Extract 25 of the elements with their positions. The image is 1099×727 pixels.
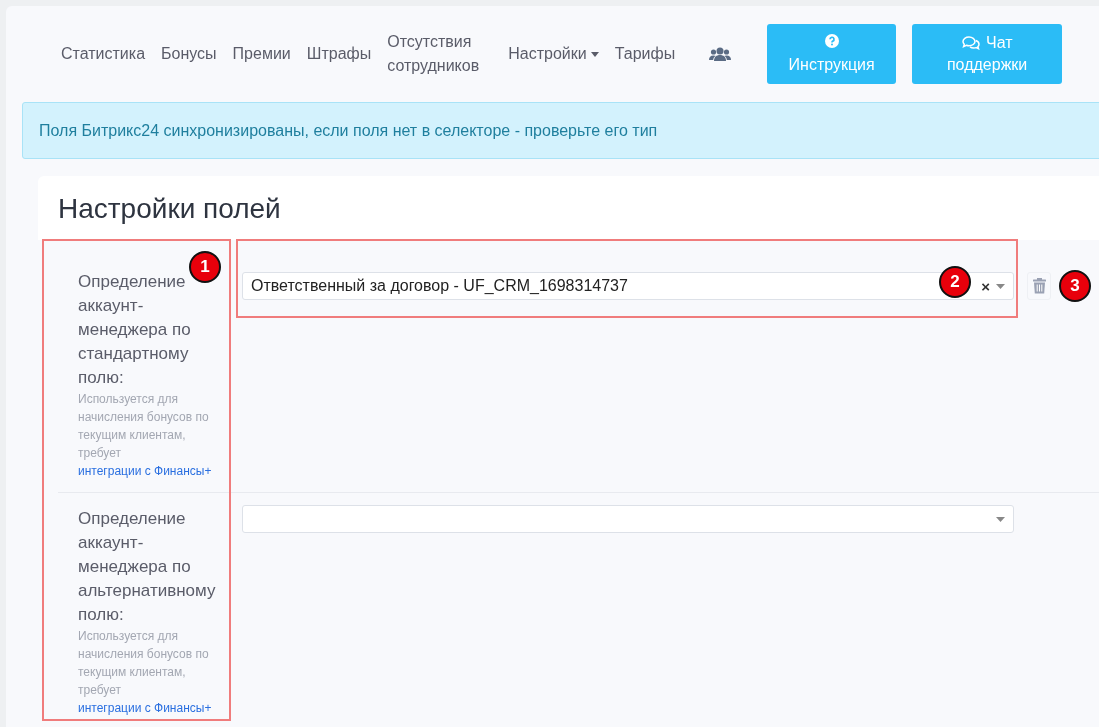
info-alert: Поля Битрикс24 синхронизированы, если поля нет в селекторе - проверьте его тип [22, 102, 1099, 159]
caret-icon [590, 51, 599, 57]
dropdown-arrow-icon [996, 516, 1005, 522]
field-label: Определение аккаунт-менеджера по альтернативному полю: [78, 508, 217, 626]
help-text: Используется для начисления бонусов по текущим клиентам, требует интеграции с Финансы+ [78, 391, 213, 480]
card-title: Настройки полей [57, 192, 282, 226]
clear-icon[interactable]: × [981, 277, 990, 295]
chat-icon [961, 36, 980, 50]
dropdown-arrow-icon [996, 283, 1005, 289]
help-text: Используется для начисления бонусов по текущим клиентам, требует интеграции с Финансы+ [78, 628, 213, 717]
trash-icon [1032, 278, 1046, 294]
nav-link[interactable]: Тарифы [614, 42, 676, 66]
users-icon[interactable] [709, 46, 732, 62]
nav-link[interactable]: Отсутствия сотрудников [387, 30, 493, 78]
delete-button[interactable] [1027, 272, 1051, 300]
nav-dropdown[interactable]: Настройки [508, 42, 599, 66]
field-label: Определение аккаунт-менеджера по стандартному полю: [78, 271, 192, 389]
integration-link[interactable]: интеграции с Финансы+ [78, 464, 212, 478]
nav-link[interactable]: Статистика [61, 42, 146, 66]
nav-link[interactable]: Премии [232, 42, 291, 66]
nav-link[interactable]: Бонусы [161, 42, 217, 66]
field-select[interactable] [242, 505, 1014, 533]
help-icon [824, 34, 839, 48]
integration-link[interactable]: интеграции с Финансы+ [78, 701, 212, 715]
nav-link[interactable]: Штрафы [306, 42, 372, 66]
